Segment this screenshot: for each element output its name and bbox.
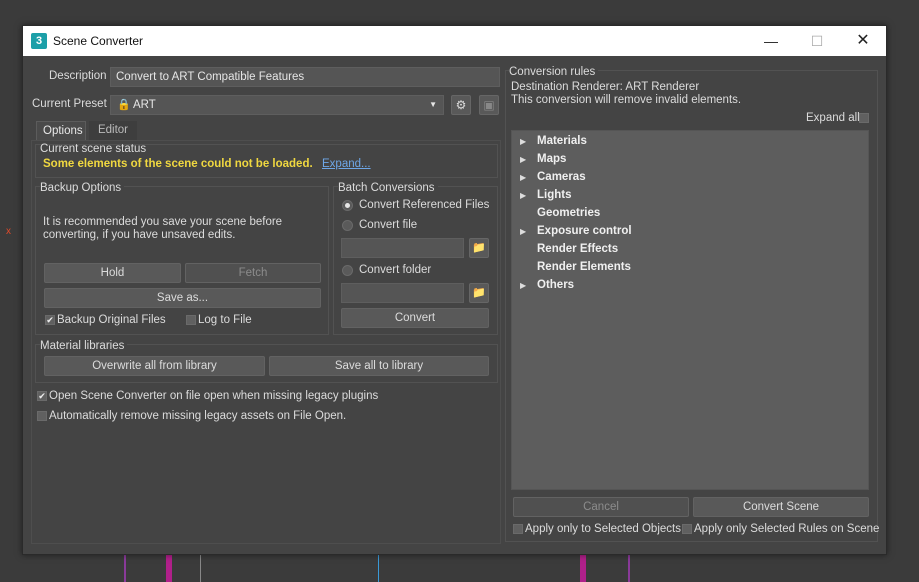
- convert-referenced-label: Convert Referenced Files: [359, 199, 490, 211]
- auto-remove-checkbox[interactable]: [37, 411, 47, 421]
- auto-remove-label: Automatically remove missing legacy asse…: [49, 410, 347, 422]
- log-to-file-label: Log to File: [198, 314, 252, 326]
- material-libraries-title: Material libraries: [40, 340, 128, 352]
- expand-arrow-icon[interactable]: ▶: [520, 227, 526, 236]
- apply-selected-objects-label: Apply only to Selected Objects: [525, 523, 681, 535]
- preset-dropdown[interactable]: 🔒 ART ▼: [110, 95, 444, 115]
- viewport-line: [166, 552, 172, 582]
- backup-options-title: Backup Options: [40, 182, 125, 194]
- title-bar[interactable]: 3 Scene Converter — ☐ ✕: [23, 26, 886, 56]
- destination-renderer: Destination Renderer: ART Renderer: [511, 81, 700, 93]
- rule-item-exposure-control[interactable]: ▶ Exposure control: [512, 224, 868, 242]
- description-label: Description: [49, 70, 107, 82]
- expand-all-checkbox[interactable]: [859, 113, 869, 123]
- save-all-to-library-button[interactable]: Save all to library: [269, 356, 489, 376]
- viewport-axis-label: x: [6, 226, 11, 237]
- app-icon: 3: [31, 33, 47, 49]
- viewport-line: [580, 552, 586, 582]
- log-to-file-checkbox[interactable]: [186, 315, 196, 325]
- expand-arrow-icon[interactable]: ▶: [520, 155, 526, 164]
- minimize-button[interactable]: —: [748, 26, 794, 56]
- rule-item-materials[interactable]: ▶ Materials: [512, 134, 868, 152]
- conversion-rules-title: Conversion rules: [509, 66, 599, 78]
- viewport-background: [120, 552, 640, 582]
- window-title: Scene Converter: [53, 34, 144, 48]
- conversion-rules-tree: ▶ Materials ▶ Maps ▶ Cameras ▶ Lights Ge…: [511, 130, 869, 490]
- save-preset-icon[interactable]: ▣: [479, 95, 499, 115]
- open-on-missing-label: Open Scene Converter on file open when m…: [49, 390, 379, 402]
- tab-editor[interactable]: Editor: [89, 121, 137, 141]
- viewport-line: [628, 552, 630, 582]
- expand-arrow-icon[interactable]: ▶: [520, 281, 526, 290]
- convert-folder-label: Convert folder: [359, 264, 432, 276]
- backup-original-checkbox[interactable]: ✔: [45, 315, 55, 325]
- convert-file-radio[interactable]: [342, 220, 353, 231]
- fetch-button[interactable]: Fetch: [185, 263, 321, 283]
- tab-options[interactable]: Options: [36, 121, 86, 141]
- cancel-button[interactable]: Cancel: [513, 497, 689, 517]
- scene-status-title: Current scene status: [40, 143, 147, 155]
- expand-arrow-icon[interactable]: ▶: [520, 137, 526, 146]
- backup-options-group: [35, 186, 329, 335]
- apply-selected-rules-checkbox[interactable]: [682, 524, 692, 534]
- description-field[interactable]: Convert to ART Compatible Features: [110, 67, 500, 87]
- folder-icon[interactable]: 📁: [469, 238, 489, 258]
- rule-item-others[interactable]: ▶ Others: [512, 278, 868, 296]
- rule-item-geometries[interactable]: Geometries: [512, 206, 868, 224]
- apply-selected-objects-checkbox[interactable]: [513, 524, 523, 534]
- preset-value: ART: [133, 99, 156, 111]
- viewport-line: [378, 552, 379, 582]
- save-as-button[interactable]: Save as...: [44, 288, 321, 308]
- scene-status-warning: Some elements of the scene could not be …: [43, 158, 313, 170]
- conversion-note: This conversion will remove invalid elem…: [511, 94, 742, 106]
- overwrite-from-library-button[interactable]: Overwrite all from library: [44, 356, 265, 376]
- convert-folder-radio[interactable]: [342, 265, 353, 276]
- batch-conversions-title: Batch Conversions: [338, 182, 438, 194]
- convert-button[interactable]: Convert: [341, 308, 489, 328]
- maximize-button[interactable]: ☐: [794, 26, 840, 56]
- convert-referenced-radio[interactable]: [342, 200, 353, 211]
- settings-gear-icon[interactable]: ⚙: [451, 95, 471, 115]
- folder-icon[interactable]: 📁: [469, 283, 489, 303]
- viewport-line: [124, 552, 126, 582]
- rule-item-lights[interactable]: ▶ Lights: [512, 188, 868, 206]
- rule-item-render-effects[interactable]: Render Effects: [512, 242, 868, 260]
- scene-converter-window: 3 Scene Converter — ☐ ✕ Description Conv…: [22, 25, 887, 555]
- convert-scene-button[interactable]: Convert Scene: [693, 497, 869, 517]
- expand-link[interactable]: Expand...: [322, 158, 371, 170]
- viewport-line: [200, 552, 201, 582]
- expand-arrow-icon[interactable]: ▶: [520, 173, 526, 182]
- convert-folder-path-input[interactable]: [341, 283, 464, 303]
- open-on-missing-checkbox[interactable]: ✔: [37, 391, 47, 401]
- close-button[interactable]: ✕: [840, 26, 886, 56]
- apply-selected-rules-label: Apply only Selected Rules on Scene: [694, 523, 880, 535]
- backup-original-label: Backup Original Files: [57, 314, 166, 326]
- rule-item-render-elements[interactable]: Render Elements: [512, 260, 868, 278]
- current-preset-label: Current Preset: [32, 98, 107, 110]
- convert-file-path-input[interactable]: [341, 238, 464, 258]
- rule-item-maps[interactable]: ▶ Maps: [512, 152, 868, 170]
- expand-all-label: Expand all: [806, 112, 860, 124]
- backup-hint-line1: It is recommended you save your scene be…: [43, 216, 283, 228]
- backup-hint-line2: converting, if you have unsaved edits.: [43, 229, 236, 241]
- convert-file-label: Convert file: [359, 219, 418, 231]
- lock-icon: 🔒: [117, 99, 131, 111]
- hold-button[interactable]: Hold: [44, 263, 181, 283]
- chevron-down-icon: ▼: [429, 100, 437, 109]
- rule-item-cameras[interactable]: ▶ Cameras: [512, 170, 868, 188]
- expand-arrow-icon[interactable]: ▶: [520, 191, 526, 200]
